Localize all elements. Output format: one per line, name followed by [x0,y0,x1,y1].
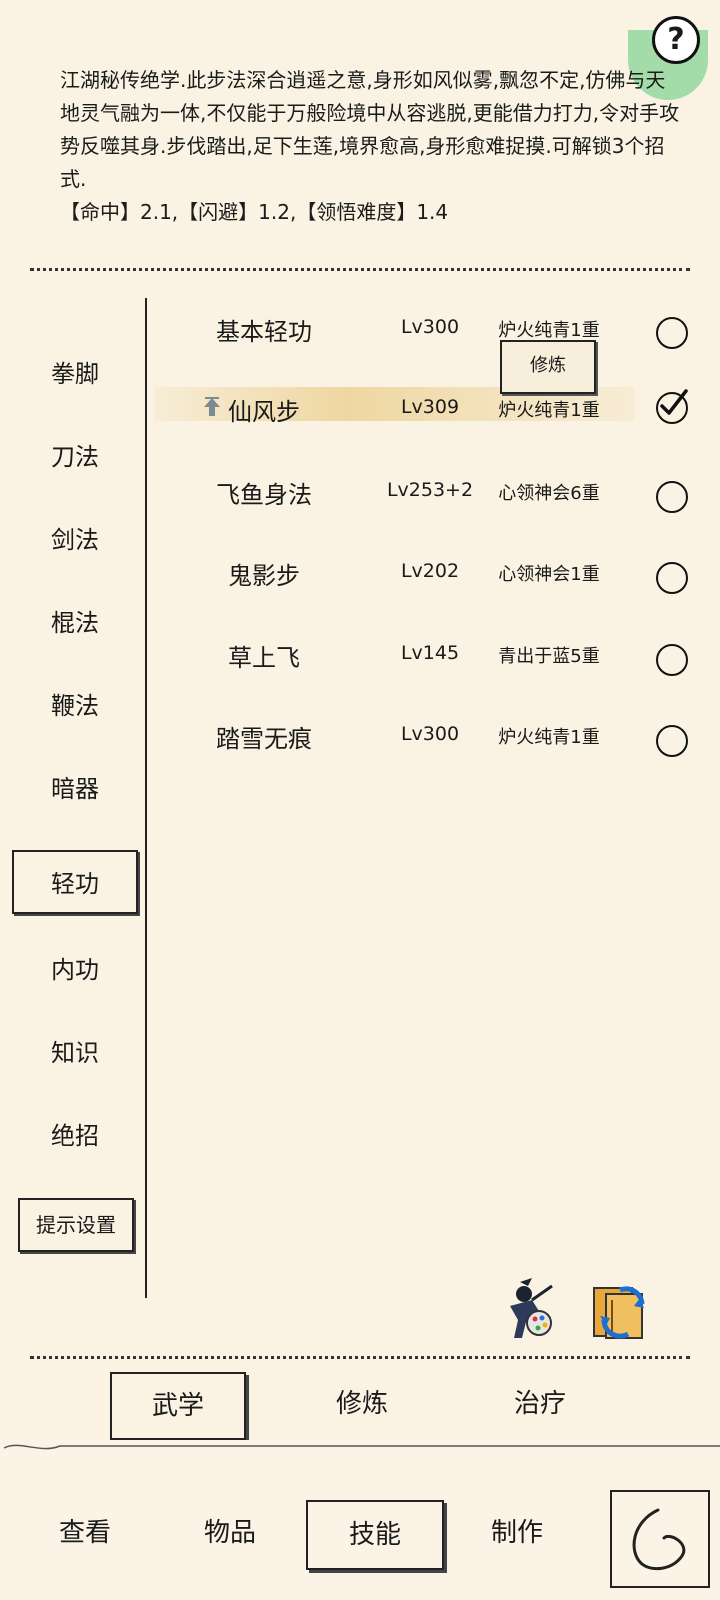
tip-settings-button[interactable]: 提示设置 [18,1198,134,1252]
skill-level: Lv309 [400,396,460,418]
skill-radio[interactable] [656,725,688,757]
help-icon[interactable]: ? [652,16,700,64]
skill-realm: 炉火纯青1重 [498,727,600,748]
nav-jineng[interactable]: 技能 [306,1500,444,1570]
skill-realm: 炉火纯青1重 [498,320,600,341]
category-divider [145,298,147,1298]
back-arrow-icon [632,1508,686,1571]
category-zhishi[interactable]: 知识 [20,1033,130,1068]
skill-level: Lv202 [400,560,460,582]
bottom-divider [30,1356,690,1359]
skill-level: Lv145 [400,642,460,664]
nav-chakan[interactable]: 查看 [20,1500,150,1566]
skill-name: 鬼影步 [228,562,300,590]
checkmark-icon [660,389,688,415]
skill-radio[interactable] [656,644,688,676]
category-qinggong[interactable]: 轻功 [20,864,130,899]
category-bianfa[interactable]: 鞭法 [20,686,130,721]
category-jianfa[interactable]: 剑法 [20,520,130,555]
ninja-palette-icon[interactable] [492,1276,558,1342]
category-neigong[interactable]: 内功 [20,950,130,985]
skill-level: Lv300 [400,723,460,745]
book-swap-icon[interactable] [584,1280,650,1342]
skill-radio[interactable] [656,562,688,594]
subtab-zhiliao[interactable]: 治疗 [474,1372,606,1436]
skill-description: 江湖秘传绝学.此步法深合逍遥之意,身形如风似雾,飘忽不定,仿佛与天地灵气融为一体… [60,64,680,229]
category-juezhao[interactable]: 绝招 [20,1116,130,1151]
back-button[interactable] [610,1490,710,1588]
nav-wupin[interactable]: 物品 [165,1500,295,1566]
skill-realm: 青出于蓝5重 [498,646,600,667]
nav-zhizuo[interactable]: 制作 [452,1500,582,1566]
description-text: 江湖秘传绝学.此步法深合逍遥之意,身形如风似雾,飘忽不定,仿佛与天地灵气融为一体… [60,68,680,191]
subtab-wuxue[interactable]: 武学 [110,1372,246,1440]
skill-realm: 炉火纯青1重 [498,400,600,421]
top-divider [30,268,690,271]
skill-level: Lv253+2 [386,479,474,501]
category-quanjiao[interactable]: 拳脚 [20,354,130,389]
skill-radio[interactable] [656,481,688,513]
category-anqi[interactable]: 暗器 [20,769,130,804]
skill-level: Lv300 [400,316,460,338]
subtab-xiulian[interactable]: 修炼 [296,1372,428,1436]
skill-name: 草上飞 [228,644,300,672]
category-daofa[interactable]: 刀法 [20,437,130,472]
skill-name: 仙风步 [228,398,300,426]
skill-realm: 心领神会1重 [498,564,600,585]
skill-name: 飞鱼身法 [216,481,312,509]
skill-realm: 心领神会6重 [498,483,600,504]
skill-name: 踏雪无痕 [216,725,312,753]
skill-name: 基本轻功 [216,318,312,346]
skill-radio-checked[interactable] [656,389,688,424]
category-gunfa[interactable]: 棍法 [20,603,130,638]
description-stats: 【命中】2.1,【闪避】1.2,【领悟难度】1.4 [60,200,449,224]
skill-radio[interactable] [656,317,688,349]
practice-popup-button[interactable]: 修炼 [500,340,596,394]
ink-swirl [3,1444,720,1450]
